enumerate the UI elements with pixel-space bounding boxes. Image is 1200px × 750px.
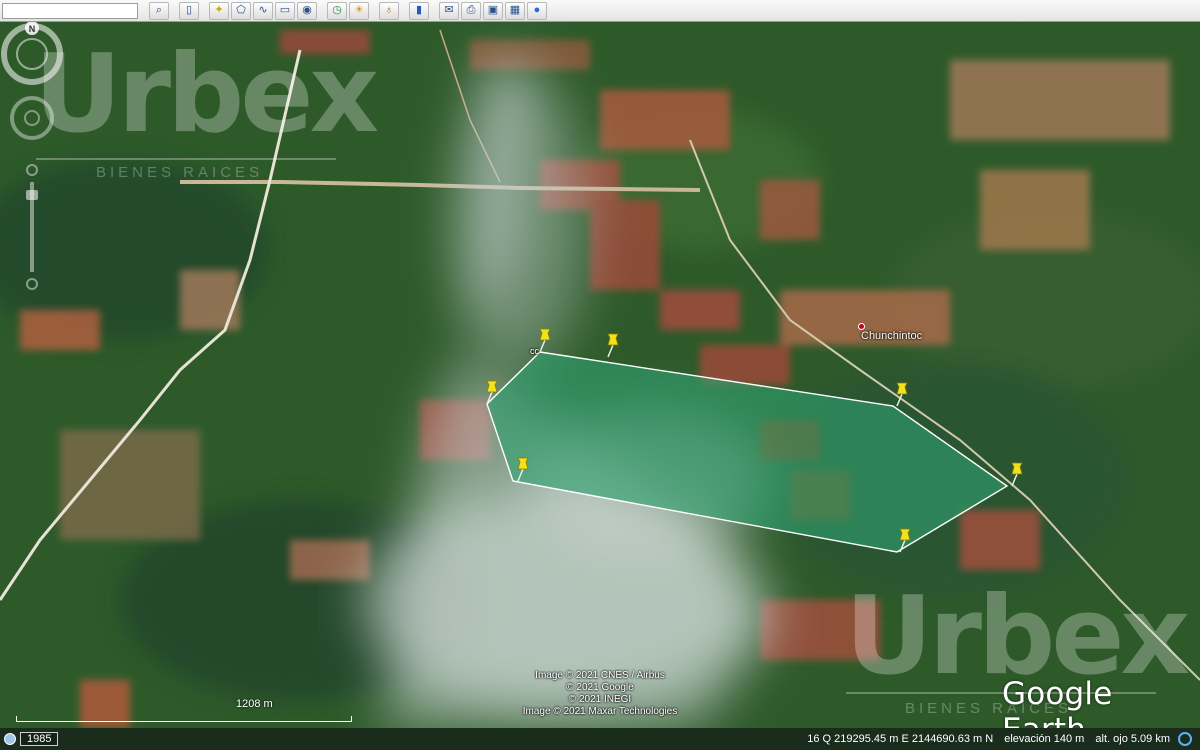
record-tour-icon: ◉: [302, 4, 312, 16]
historical-imagery-button[interactable]: ◷: [327, 1, 347, 20]
eye-altitude-readout: alt. ojo 5.09 km: [1095, 733, 1170, 745]
watermark-logo-top: Urbex: [34, 32, 379, 157]
watermark-sub-top: BIENES RAICES: [96, 164, 264, 181]
yellow-pushpin-icon[interactable]: [899, 528, 911, 553]
save-image-button[interactable]: ▣: [483, 1, 503, 20]
add-polygon-button[interactable]: ⬠: [231, 1, 251, 20]
view-in-maps-icon: ▦: [509, 4, 521, 16]
place-marker-dot[interactable]: [858, 323, 865, 330]
email-button[interactable]: ✉: [439, 1, 459, 20]
status-readout: 16 Q 219295.45 m E 2144690.63 m N elevac…: [799, 733, 1170, 745]
print-button[interactable]: ⎙: [461, 1, 481, 20]
historical-imagery-icon: ◷: [332, 4, 342, 16]
print-icon: ⎙: [466, 4, 476, 16]
record-tour-button[interactable]: ◉: [297, 1, 317, 20]
navigation-controls[interactable]: N: [0, 22, 64, 312]
add-placemark-button[interactable]: ✦: [209, 1, 229, 20]
streaming-globe-icon: [1178, 732, 1192, 746]
coordinates-readout: 16 Q 219295.45 m E 2144690.63 m N: [807, 733, 994, 745]
yellow-pushpin-icon[interactable]: [607, 333, 619, 358]
status-bar: 1985 16 Q 219295.45 m E 2144690.63 m N e…: [0, 728, 1200, 750]
imagery-credits: Image © 2021 CNES / Airbus © 2021 Google…: [480, 670, 720, 718]
yellow-pushpin-icon[interactable]: [486, 380, 498, 405]
imagery-year: 1985: [20, 732, 59, 746]
yellow-pushpin-icon[interactable]: [1011, 462, 1023, 487]
image-overlay-icon: ▭: [279, 4, 291, 16]
ruler-button[interactable]: ▮: [409, 1, 429, 20]
compass-north-label: N: [29, 24, 36, 34]
compass-ring[interactable]: N: [1, 22, 63, 85]
credit-line: Image © 2021 Maxar Technologies: [522, 706, 678, 717]
map-viewport[interactable]: Chunchintoc cc Urbex BIENES RAICES Urbex…: [0, 22, 1200, 728]
add-polygon-icon: ⬠: [236, 4, 246, 16]
search-icon: ⌕: [155, 4, 163, 16]
scale-label: 1208 m: [236, 698, 273, 710]
credit-line: © 2021 INEGI: [568, 694, 632, 705]
planets-button[interactable]: ♁: [379, 1, 399, 20]
image-overlay-button[interactable]: ▭: [275, 1, 295, 20]
save-image-icon: ▣: [487, 4, 499, 16]
credit-line: © 2021 Google: [566, 682, 634, 693]
earth-gallery-button[interactable]: ●: [527, 1, 547, 20]
toolbar: ⌕ ▯ ✦ ⬠ ∿ ▭ ◉ ◷ ☀ ♁ ▮ ✉ ⎙ ▣ ▦ ●: [0, 0, 1200, 22]
sunlight-icon: ☀: [354, 4, 364, 16]
google-earth-logo: Google Earth: [1002, 676, 1113, 728]
historical-year[interactable]: 1985: [4, 732, 59, 746]
ruler-icon: ▮: [415, 4, 423, 16]
earth-gallery-icon: ●: [533, 4, 541, 16]
elevation-readout: elevación 140 m: [1004, 733, 1085, 745]
email-icon: ✉: [444, 4, 454, 16]
credit-line: Image © 2021 CNES / Airbus: [535, 670, 665, 681]
look-joystick[interactable]: [10, 96, 54, 140]
view-in-maps-button[interactable]: ▦: [505, 1, 525, 20]
yellow-pushpin-icon[interactable]: [517, 457, 529, 482]
zoom-slider[interactable]: [26, 164, 38, 290]
add-path-button[interactable]: ∿: [253, 1, 273, 20]
sunlight-button[interactable]: ☀: [349, 1, 369, 20]
place-label-chunchintoc[interactable]: Chunchintoc: [861, 330, 922, 342]
sidebar-toggle-button[interactable]: ▯: [179, 1, 199, 20]
placemark-label-cc[interactable]: cc: [530, 346, 539, 356]
tour-icon[interactable]: [4, 733, 16, 745]
scale-bar: [16, 716, 352, 722]
sidebar-toggle-icon: ▯: [185, 4, 193, 16]
watermark-line-top: [36, 158, 336, 160]
yellow-pushpin-icon[interactable]: [539, 328, 551, 353]
planets-icon: ♁: [384, 4, 394, 16]
yellow-pushpin-icon[interactable]: [896, 382, 908, 407]
search-input[interactable]: [2, 2, 138, 19]
add-placemark-icon: ✦: [214, 4, 224, 16]
add-path-icon: ∿: [258, 4, 268, 16]
search-button[interactable]: ⌕: [149, 1, 169, 20]
